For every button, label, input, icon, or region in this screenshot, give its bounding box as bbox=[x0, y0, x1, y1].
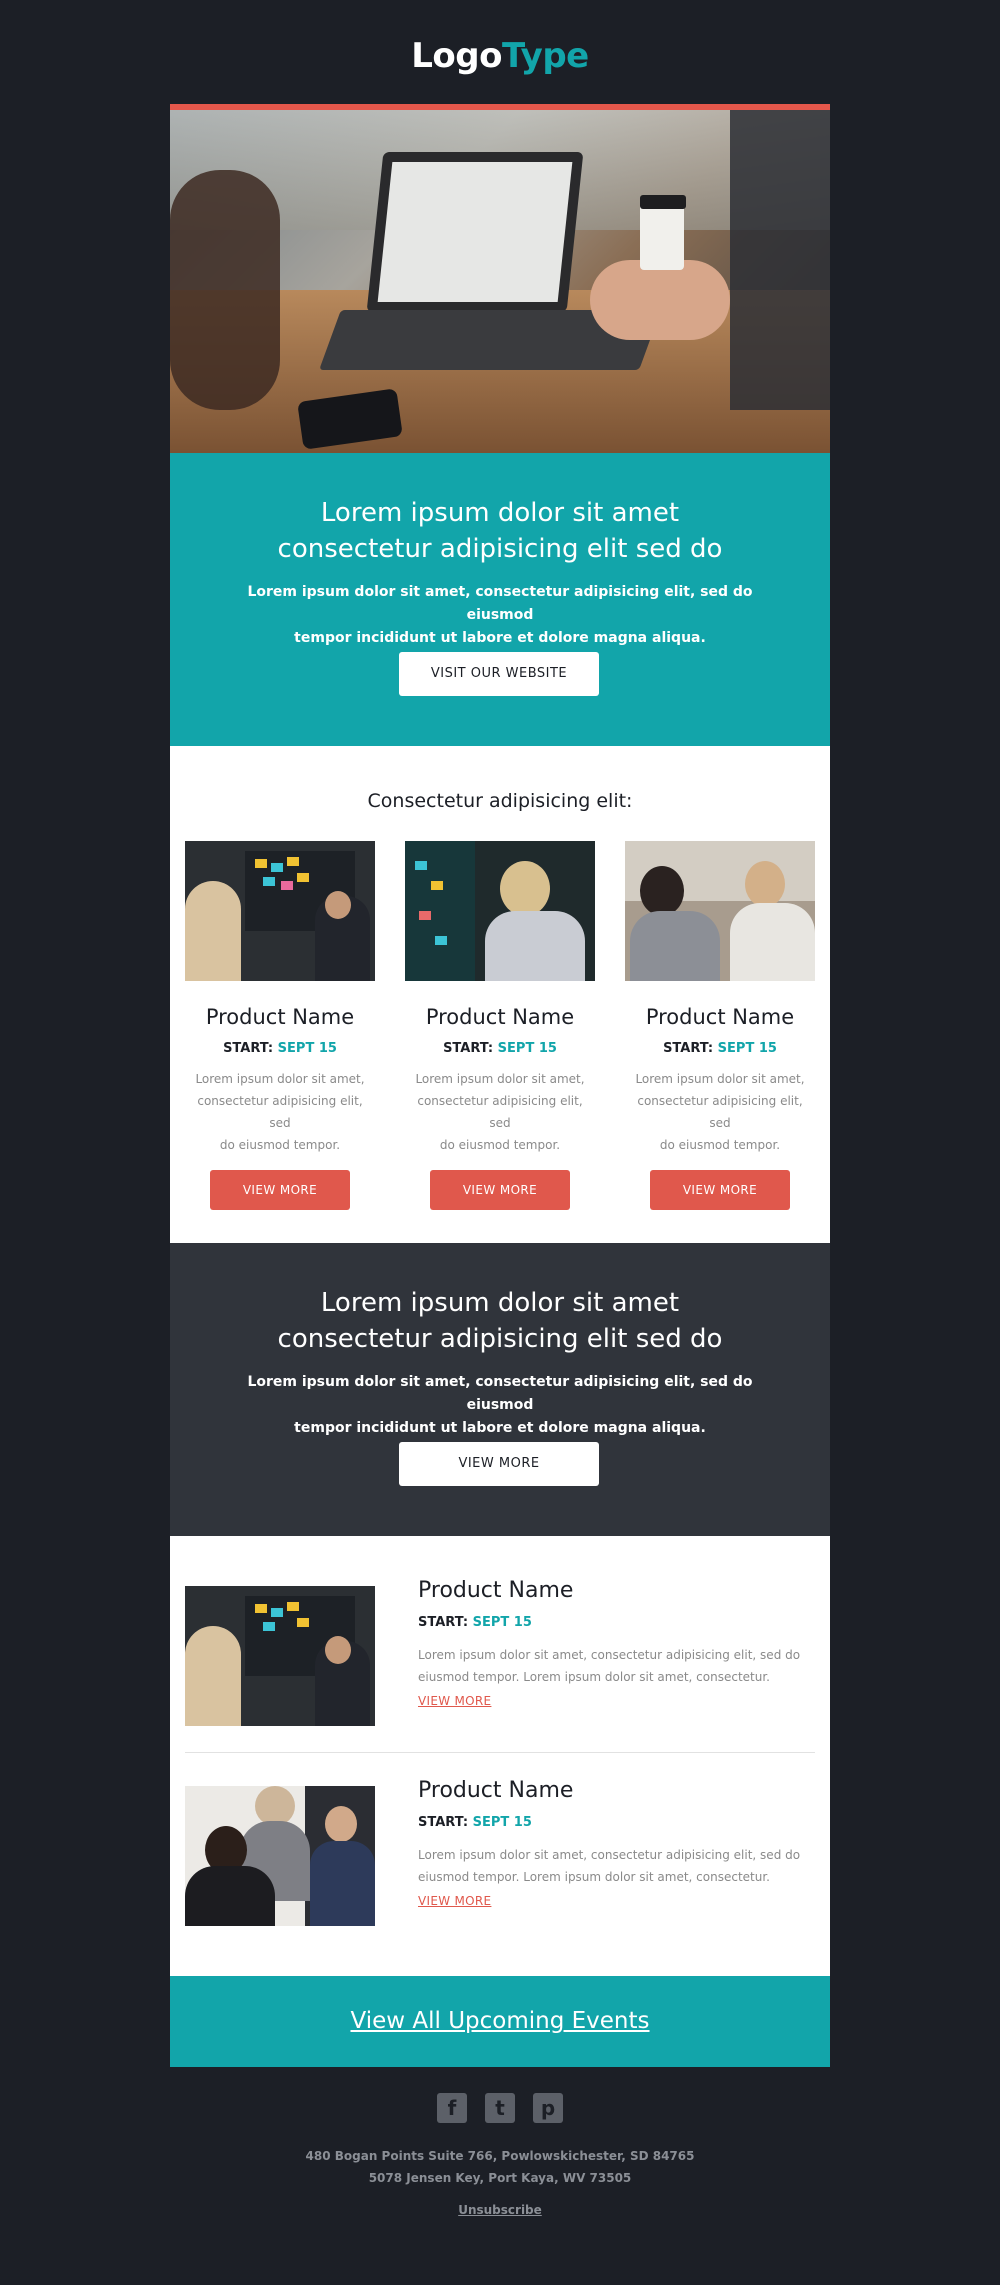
logo-text: Logo bbox=[411, 36, 502, 76]
product-card: Product Name START: SEPT 15 Lorem ipsum … bbox=[405, 841, 595, 1210]
product-list-section: Product Name START: SEPT 15 Lorem ipsum … bbox=[170, 1536, 830, 1976]
start-date: SEPT 15 bbox=[472, 1615, 532, 1630]
view-more-button[interactable]: VIEW MORE bbox=[650, 1170, 790, 1210]
view-more-button[interactable]: VIEW MORE bbox=[430, 1170, 570, 1210]
product-description: Lorem ipsum dolor sit amet, consectetur … bbox=[185, 1068, 375, 1156]
start-label: START: bbox=[223, 1041, 274, 1056]
list-item-start: START: SEPT 15 bbox=[418, 1815, 818, 1830]
promo-title-line: consectetur adipisicing elit sed do bbox=[277, 1324, 723, 1354]
list-item-title: Product Name bbox=[418, 1578, 574, 1603]
coffee-cup bbox=[640, 200, 684, 270]
social-links: f t p bbox=[0, 2093, 1000, 2123]
products-section: Consectetur adipisicing elit: Product Na… bbox=[170, 746, 830, 1243]
desc-line: do eiusmod tempor. bbox=[659, 1138, 781, 1152]
list-item-body: Product Name START: SEPT 15 Lorem ipsum … bbox=[418, 1578, 818, 1709]
email-container: Lorem ipsum dolor sit amet consectetur a… bbox=[170, 104, 830, 2067]
product-description: Lorem ipsum dolor sit amet, consectetur … bbox=[405, 1068, 595, 1156]
desc-line: Lorem ipsum dolor sit amet, consectetur … bbox=[418, 1848, 801, 1862]
product-image bbox=[185, 841, 375, 981]
desc-line: do eiusmod tempor. bbox=[219, 1138, 341, 1152]
intro-text: Lorem ipsum dolor sit amet, consectetur … bbox=[230, 581, 770, 650]
product-name: Product Name bbox=[425, 1005, 575, 1029]
desc-line: eiusmod tempor. Lorem ipsum dolor sit am… bbox=[418, 1670, 770, 1684]
products-heading: Consectetur adipisicing elit: bbox=[367, 790, 633, 812]
facebook-icon[interactable]: f bbox=[437, 2093, 467, 2123]
product-image bbox=[405, 841, 595, 981]
product-name: Product Name bbox=[205, 1005, 355, 1029]
product-start: START: SEPT 15 bbox=[185, 1041, 375, 1056]
list-item-image bbox=[185, 1786, 375, 1926]
start-label: START: bbox=[443, 1041, 494, 1056]
view-more-link[interactable]: VIEW MORE bbox=[418, 1694, 491, 1708]
view-more-button[interactable]: VIEW MORE bbox=[210, 1170, 350, 1210]
desc-line: Lorem ipsum dolor sit amet, consectetur … bbox=[418, 1648, 801, 1662]
promo-text: Lorem ipsum dolor sit amet, consectetur … bbox=[230, 1371, 770, 1440]
intro-title-line: Lorem ipsum dolor sit amet bbox=[320, 498, 680, 528]
desc-line: Lorem ipsum dolor sit amet, bbox=[195, 1072, 365, 1086]
list-item: Product Name START: SEPT 15 Lorem ipsum … bbox=[185, 1578, 815, 1726]
product-start: START: SEPT 15 bbox=[625, 1041, 815, 1056]
promo-section: Lorem ipsum dolor sit amet consectetur a… bbox=[170, 1243, 830, 1536]
intro-text-line: tempor incididunt ut labore et dolore ma… bbox=[294, 630, 706, 646]
list-item-title: Product Name bbox=[418, 1778, 574, 1803]
desc-line: consectetur adipisicing elit, sed bbox=[197, 1094, 363, 1130]
address-line: 5078 Jensen Key, Port Kaya, WV 73505 bbox=[368, 2171, 632, 2185]
product-card: Product Name START: SEPT 15 Lorem ipsum … bbox=[625, 841, 815, 1210]
start-date: SEPT 15 bbox=[277, 1041, 337, 1056]
unsubscribe-link[interactable]: Unsubscribe bbox=[458, 2203, 542, 2217]
product-description: Lorem ipsum dolor sit amet, consectetur … bbox=[625, 1068, 815, 1156]
promo-text-line: Lorem ipsum dolor sit amet, consectetur … bbox=[247, 1374, 753, 1413]
intro-text-line: Lorem ipsum dolor sit amet, consectetur … bbox=[247, 584, 753, 623]
intro-title: Lorem ipsum dolor sit amet consectetur a… bbox=[170, 495, 830, 567]
start-date: SEPT 15 bbox=[497, 1041, 557, 1056]
view-all-events-link[interactable]: View All Upcoming Events bbox=[170, 1976, 830, 2067]
logo[interactable]: LogoType bbox=[0, 36, 1000, 76]
product-start: START: SEPT 15 bbox=[405, 1041, 595, 1056]
list-item-description: Lorem ipsum dolor sit amet, consectetur … bbox=[418, 1844, 818, 1888]
promo-text-line: tempor incididunt ut labore et dolore ma… bbox=[294, 1420, 706, 1436]
list-item-body: Product Name START: SEPT 15 Lorem ipsum … bbox=[418, 1778, 818, 1909]
list-item-description: Lorem ipsum dolor sit amet, consectetur … bbox=[418, 1644, 818, 1688]
product-image bbox=[625, 841, 815, 981]
desc-line: eiusmod tempor. Lorem ipsum dolor sit am… bbox=[418, 1870, 770, 1884]
desc-line: Lorem ipsum dolor sit amet, bbox=[415, 1072, 585, 1086]
twitter-icon[interactable]: t bbox=[485, 2093, 515, 2123]
start-label: START: bbox=[418, 1615, 469, 1630]
view-more-button[interactable]: VIEW MORE bbox=[399, 1442, 599, 1486]
start-date: SEPT 15 bbox=[472, 1815, 532, 1830]
promo-title-line: Lorem ipsum dolor sit amet bbox=[320, 1288, 680, 1318]
desc-line: consectetur adipisicing elit, sed bbox=[637, 1094, 803, 1130]
address: 480 Bogan Points Suite 766, Powlowskiche… bbox=[0, 2145, 1000, 2189]
product-card: Product Name START: SEPT 15 Lorem ipsum … bbox=[185, 841, 375, 1210]
divider bbox=[185, 1752, 815, 1753]
start-label: START: bbox=[418, 1815, 469, 1830]
start-date: SEPT 15 bbox=[717, 1041, 777, 1056]
pinterest-icon[interactable]: p bbox=[533, 2093, 563, 2123]
promo-title: Lorem ipsum dolor sit amet consectetur a… bbox=[170, 1285, 830, 1357]
list-item: Product Name START: SEPT 15 Lorem ipsum … bbox=[185, 1778, 815, 1926]
start-label: START: bbox=[663, 1041, 714, 1056]
view-more-link[interactable]: VIEW MORE bbox=[418, 1894, 491, 1908]
footer: f t p 480 Bogan Points Suite 766, Powlow… bbox=[0, 2093, 1000, 2218]
logo-accent-text: Type bbox=[502, 36, 589, 76]
desc-line: consectetur adipisicing elit, sed bbox=[417, 1094, 583, 1130]
hero-image bbox=[170, 110, 830, 453]
visit-website-button[interactable]: VISIT OUR WEBSITE bbox=[399, 652, 599, 696]
list-item-start: START: SEPT 15 bbox=[418, 1615, 818, 1630]
list-item-image bbox=[185, 1586, 375, 1726]
desc-line: Lorem ipsum dolor sit amet, bbox=[635, 1072, 805, 1086]
intro-section: Lorem ipsum dolor sit amet consectetur a… bbox=[170, 453, 830, 746]
intro-title-line: consectetur adipisicing elit sed do bbox=[277, 534, 723, 564]
address-line: 480 Bogan Points Suite 766, Powlowskiche… bbox=[305, 2149, 695, 2163]
desc-line: do eiusmod tempor. bbox=[439, 1138, 561, 1152]
product-name: Product Name bbox=[645, 1005, 795, 1029]
